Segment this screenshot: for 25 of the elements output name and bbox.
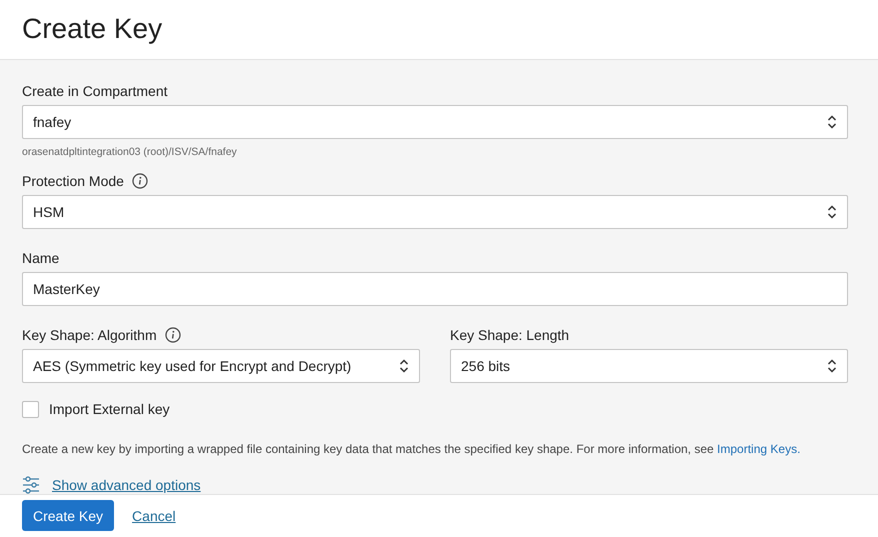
help-text: Create a new key by importing a wrapped file containing key data that matches the specified key shape. For more information, see Importing Keys. xyxy=(22,442,802,456)
chevron-icon xyxy=(827,114,837,130)
select-field[interactable]: HSM xyxy=(22,194,848,229)
panel-title: Create Key xyxy=(22,13,162,46)
field-label: Key Shape: Length xyxy=(450,327,570,344)
cancel-link[interactable]: Cancel xyxy=(132,508,176,524)
checkbox[interactable] xyxy=(22,400,39,418)
select-field[interactable]: 256 bits xyxy=(450,348,848,383)
field-label: Name xyxy=(22,250,60,266)
checkbox-label: Import External key xyxy=(49,401,170,418)
field-label: Create in Compartment xyxy=(22,83,168,100)
chevron-icon xyxy=(827,358,837,374)
create-key-button[interactable]: Create Key xyxy=(22,500,114,532)
field-label: Key Shape: Algorithm xyxy=(22,327,157,344)
info-icon[interactable] xyxy=(132,173,148,190)
show-advanced-options-link[interactable]: Show advanced options xyxy=(52,476,201,493)
select-field[interactable]: AES (Symmetric key used for Encrypt and Decrypt) xyxy=(22,348,420,383)
chevron-icon xyxy=(399,358,409,374)
field-label: Protection Mode xyxy=(22,173,124,190)
hint-text: orasenatdpltintegration03 (root)/ISV/SA/fnafey xyxy=(22,146,238,158)
info-icon[interactable] xyxy=(164,327,181,344)
importing-keys-link[interactable]: Importing Keys. xyxy=(717,442,800,456)
select-field[interactable]: fnafey xyxy=(22,104,848,139)
chevron-icon xyxy=(827,204,837,220)
input-field[interactable]: MasterKey xyxy=(22,272,848,306)
